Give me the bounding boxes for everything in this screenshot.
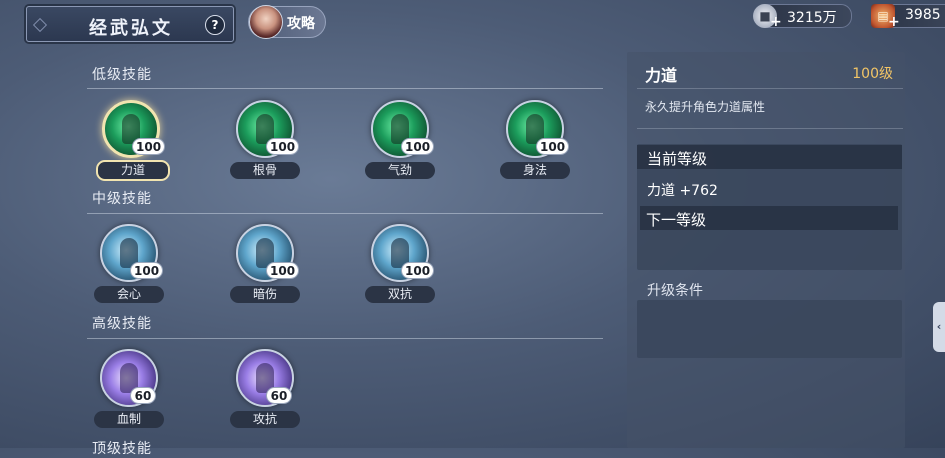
skill-anshang[interactable]: 100 暗伤 xyxy=(230,224,300,304)
skill-name: 会心 xyxy=(94,286,164,303)
skill-detail-panel: 力道 100级 永久提升角色力道属性 当前等级 力道 +762 下一等级 升级条… xyxy=(627,52,905,448)
skill-xuezhi[interactable]: 60 血制 xyxy=(94,349,164,429)
section-label-mid: 中级技能 xyxy=(92,191,152,207)
guide-button[interactable]: 攻略 xyxy=(248,5,326,39)
skill-name: 双抗 xyxy=(365,286,435,303)
panel-divider xyxy=(637,128,903,129)
skill-name: 暗伤 xyxy=(230,286,300,303)
guide-label: 攻略 xyxy=(287,16,315,32)
skill-level-badge: 60 xyxy=(266,387,292,404)
section-divider xyxy=(87,213,603,214)
skill-lidao[interactable]: 100 力道 xyxy=(96,100,170,181)
skill-level-badge: 60 xyxy=(130,387,156,404)
help-button[interactable]: ? xyxy=(205,15,225,35)
skill-qijin[interactable]: 100 气劲 xyxy=(365,100,435,180)
coin-resource[interactable]: ■ + 3215万 xyxy=(753,4,852,30)
diamond-ornament-icon xyxy=(32,17,48,33)
skill-name: 力道 xyxy=(96,160,170,181)
current-level-header: 当前等级 xyxy=(637,145,902,169)
skill-name: 身法 xyxy=(500,162,570,179)
upgrade-condition-box xyxy=(637,300,902,358)
upgrade-condition-label: 升级条件 xyxy=(647,283,703,299)
title-bar: 经武弘文 ? xyxy=(26,6,234,42)
guide-avatar xyxy=(249,5,283,39)
section-divider xyxy=(87,338,603,339)
section-divider xyxy=(87,88,603,89)
detail-description: 永久提升角色力道属性 xyxy=(645,100,766,114)
skill-level-badge: 100 xyxy=(401,138,435,155)
skill-level-badge: 100 xyxy=(266,262,300,279)
skill-huixin[interactable]: 100 会心 xyxy=(94,224,164,304)
section-label-top: 顶级技能 xyxy=(92,441,152,457)
page-title: 经武弘文 xyxy=(89,18,173,39)
skill-shenfa[interactable]: 100 身法 xyxy=(500,100,570,180)
coin-value: 3215万 xyxy=(787,10,837,26)
next-level-header: 下一等级 xyxy=(640,206,898,230)
skill-gengu[interactable]: 100 根骨 xyxy=(230,100,300,180)
next-level-label: 下一等级 xyxy=(646,211,707,229)
skill-name: 根骨 xyxy=(230,162,300,179)
skill-level-badge: 100 xyxy=(401,262,435,279)
skill-level-badge: 100 xyxy=(536,138,570,155)
scroll-resource[interactable]: ▤ + 3985 xyxy=(871,4,945,30)
skill-shuangkang[interactable]: 100 双抗 xyxy=(365,224,435,304)
detail-skill-name: 力道 xyxy=(645,66,678,85)
skill-name: 气劲 xyxy=(365,162,435,179)
add-scroll-icon[interactable]: + xyxy=(888,14,900,30)
skill-level-badge: 100 xyxy=(130,262,164,279)
panel-divider xyxy=(637,88,903,89)
skill-gongkang[interactable]: 60 攻抗 xyxy=(230,349,300,429)
current-stat: 力道 +762 xyxy=(647,183,718,199)
scroll-value: 3985 xyxy=(905,7,941,23)
section-label-high: 高级技能 xyxy=(92,316,152,332)
section-label-low: 低级技能 xyxy=(92,67,152,83)
add-coin-icon[interactable]: + xyxy=(770,14,782,30)
detail-skill-level: 100级 xyxy=(852,66,893,82)
skill-name: 血制 xyxy=(94,411,164,428)
skill-level-badge: 100 xyxy=(132,138,166,155)
current-level-label: 当前等级 xyxy=(647,150,708,168)
expand-tab-icon[interactable]: ‹ xyxy=(933,302,945,352)
skill-name: 攻抗 xyxy=(230,411,300,428)
skill-level-badge: 100 xyxy=(266,138,300,155)
